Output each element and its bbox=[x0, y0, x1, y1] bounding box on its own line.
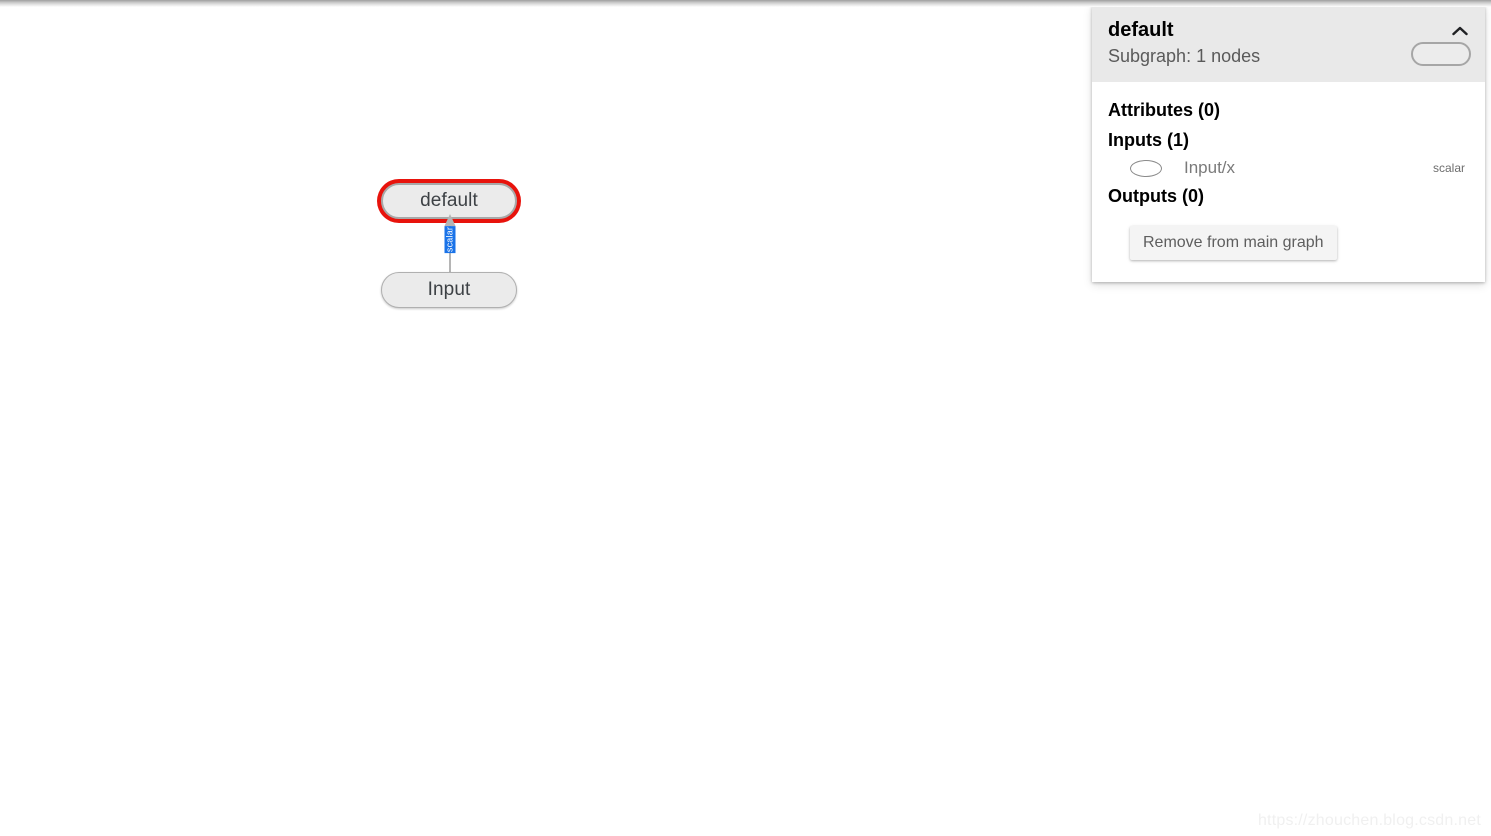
outputs-section-heading: Outputs (0) bbox=[1108, 186, 1204, 206]
node-info-card: default Subgraph: 1 nodes Attributes (0)… bbox=[1092, 6, 1485, 282]
input-item-name: Input/x bbox=[1184, 158, 1236, 177]
node-info-title: default bbox=[1108, 19, 1174, 41]
graph-node-default-label: default bbox=[420, 190, 478, 211]
input-item-shape: scalar bbox=[1432, 161, 1465, 175]
graph-node-input-label: Input bbox=[427, 279, 471, 300]
graph-edge-label: scalar bbox=[444, 225, 456, 254]
input-list-item[interactable]: Input/x scalar bbox=[1108, 156, 1469, 180]
chevron-up-icon[interactable] bbox=[1449, 20, 1471, 42]
graph-edge-input-to-default[interactable]: scalar bbox=[425, 210, 475, 280]
rounded-rect-node-icon bbox=[1411, 42, 1471, 66]
attributes-section-heading: Attributes (0) bbox=[1108, 100, 1220, 120]
chevron-up-glyph bbox=[1452, 26, 1468, 36]
inputs-section-heading: Inputs (1) bbox=[1108, 130, 1189, 150]
ellipse-node-icon bbox=[1130, 159, 1162, 177]
graph-node-input[interactable]: Input bbox=[381, 272, 517, 308]
remove-from-main-graph-button[interactable]: Remove from main graph bbox=[1130, 226, 1337, 260]
node-info-header: default Subgraph: 1 nodes bbox=[1092, 6, 1485, 82]
node-info-body: Attributes (0) Inputs (1) Input/x scalar… bbox=[1092, 82, 1485, 282]
